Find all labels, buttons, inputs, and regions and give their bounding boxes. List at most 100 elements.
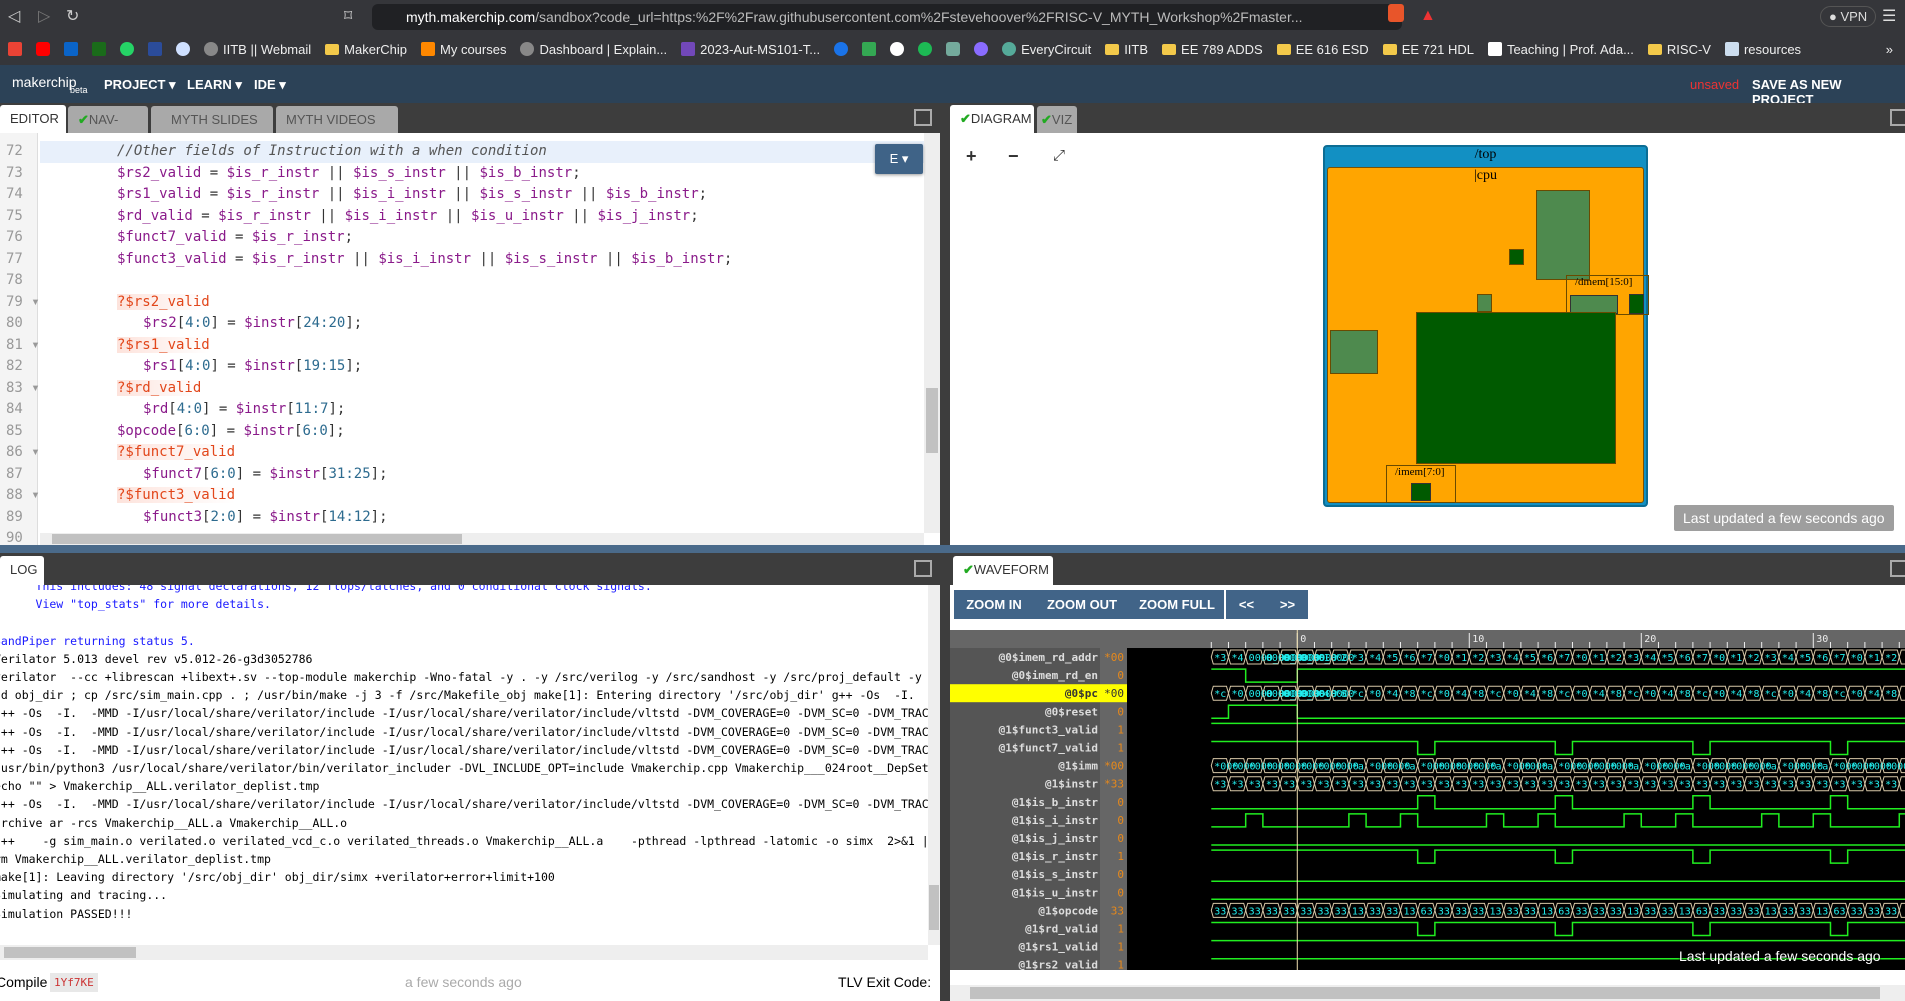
meet-icon[interactable] <box>862 42 877 56</box>
chatgpt-icon[interactable] <box>946 42 961 56</box>
diagram-panel[interactable]: + − ⤢ /top |cpu /dmem[15:0] /imem[7:0] L… <box>950 133 1905 545</box>
stage-2-block[interactable] <box>1477 294 1492 312</box>
github-icon[interactable] <box>890 42 905 56</box>
editor-options-button[interactable]: E ▾ <box>875 144 923 174</box>
bookmark-label: My courses <box>440 41 507 57</box>
bookmark[interactable]: 2023-Aut-MS101-T... <box>681 42 820 57</box>
tab-nav-tlv[interactable]: ✔NAV-TLV <box>68 106 148 154</box>
line-number: 73 <box>6 164 23 181</box>
vpn-button[interactable]: ● VPN <box>1820 6 1877 27</box>
scroll-thumb[interactable] <box>929 885 939 930</box>
makerchip-logo[interactable]: makerchip <box>12 74 77 90</box>
zoom-full-button[interactable]: ZOOM FULL <box>1130 590 1224 619</box>
bus-label: *3 <box>1489 780 1501 791</box>
cpu-pipeline[interactable]: |cpu /dmem[15:0] /imem[7:0] <box>1327 167 1649 503</box>
bookmark[interactable]: IITB || Webmail <box>204 42 311 57</box>
gmail-icon[interactable] <box>8 42 22 56</box>
zoom-out-icon[interactable]: − <box>1008 146 1019 167</box>
bookmark[interactable]: EE 616 ESD <box>1276 42 1369 57</box>
app-icon[interactable] <box>92 42 106 56</box>
fit-icon[interactable]: ⤢ <box>1053 147 1065 164</box>
iitb-icon[interactable] <box>148 42 162 56</box>
stage-0-block[interactable] <box>1330 330 1378 374</box>
tab-myth-videos[interactable]: MYTH VIDEOS ✖ <box>276 106 398 154</box>
code-editor[interactable]: 72 //Other fields of Instruction with a w… <box>0 133 940 545</box>
bookmark-icon[interactable]: ⌑ <box>344 6 352 26</box>
bookmark[interactable]: resources <box>1724 42 1801 57</box>
bus-label: 13 <box>1403 906 1415 917</box>
scroll-thumb[interactable] <box>926 388 938 453</box>
gemini-icon[interactable] <box>974 42 989 56</box>
line-number: 77 <box>6 250 23 267</box>
log-vscrollbar[interactable] <box>928 585 940 945</box>
bookmark-label: MakerChip <box>344 41 408 57</box>
bookmark[interactable]: RISC-V <box>1647 42 1711 57</box>
outlook-icon[interactable] <box>64 42 78 56</box>
scroll-thumb[interactable] <box>4 947 136 958</box>
signal-value: 33 <box>1111 904 1124 917</box>
reload-icon[interactable]: ↻ <box>66 6 79 26</box>
scroll-right-button[interactable]: >> <box>1267 590 1308 619</box>
scroll-left-button[interactable]: << <box>1226 590 1267 619</box>
address-bar[interactable]: myth.makerchip.com/sandbox?code_url=http… <box>372 4 1402 30</box>
tab-log[interactable]: LOG <box>0 556 44 585</box>
bus-label: *3 <box>1558 780 1570 791</box>
waveform-hscrollbar[interactable] <box>950 985 1905 1001</box>
bookmark[interactable]: IITB <box>1105 42 1148 57</box>
code-line: //Other fields of Instruction with a whe… <box>117 143 547 159</box>
stage-4-block[interactable] <box>1536 190 1590 280</box>
split-pane-icon[interactable] <box>914 109 932 126</box>
brave-shield-icon[interactable] <box>1388 4 1404 22</box>
tab-waveform[interactable]: ✔WAVEFORM <box>953 556 1053 585</box>
bus-label: 63 <box>1558 906 1570 917</box>
tab-viz[interactable]: ✔VIZ <box>1037 106 1077 133</box>
back-icon[interactable]: ◁ <box>8 6 20 26</box>
menu-ide[interactable]: IDE ▾ <box>254 77 286 93</box>
app-icon[interactable] <box>834 42 849 56</box>
youtube-icon[interactable] <box>36 42 50 56</box>
horizontal-divider[interactable] <box>0 545 1905 553</box>
split-pane-icon[interactable] <box>914 560 932 577</box>
bookmark[interactable]: MakerChip <box>325 42 407 57</box>
bookmark[interactable]: Dashboard | Explain... <box>520 42 667 57</box>
menu-icon[interactable]: ☰ <box>1882 6 1896 26</box>
zoom-out-button[interactable]: ZOOM OUT <box>1034 590 1130 619</box>
menu-learn[interactable]: LEARN ▾ <box>187 77 242 93</box>
unsaved-label: unsaved <box>1690 77 1740 92</box>
bus-label: *a <box>1765 762 1777 773</box>
log-hscrollbar[interactable] <box>0 945 928 960</box>
top-module[interactable]: /top |cpu /dmem[15:0] /imem[7:0] <box>1323 145 1649 507</box>
zoom-in-button[interactable]: ZOOM IN <box>954 590 1034 619</box>
bookmark[interactable]: Teaching | Prof. Ada... <box>1487 42 1634 57</box>
zoom-in-icon[interactable]: + <box>966 146 977 167</box>
dmem-block[interactable]: /dmem[15:0] <box>1566 275 1649 315</box>
split-pane-icon[interactable] <box>1890 109 1905 126</box>
bus-label: 33 <box>1885 906 1897 917</box>
whatsapp-icon[interactable] <box>120 42 134 56</box>
stage-1-block[interactable] <box>1416 312 1616 464</box>
tab-myth-slides[interactable]: MYTH SLIDES ✖ <box>151 106 273 154</box>
scroll-thumb[interactable] <box>52 534 462 544</box>
brave-rewards-icon[interactable]: ▲ <box>1420 7 1436 25</box>
code-line: ?$rs2_valid <box>117 293 210 310</box>
bookmark[interactable]: EveryCircuit <box>1002 42 1091 57</box>
scroll-thumb[interactable] <box>970 987 1880 999</box>
waveform-canvas[interactable]: 0 10 20 30@0$imem_rd_addr *00 *3 *4 0000_000000… <box>950 630 1905 970</box>
bookmark[interactable]: My courses <box>421 42 506 57</box>
tab-diagram[interactable]: ✔DIAGRAM <box>950 105 1034 133</box>
imem-block[interactable]: /imem[7:0] <box>1386 465 1456 503</box>
editor-vscrollbar[interactable] <box>924 133 940 533</box>
spotify-icon[interactable] <box>918 42 933 56</box>
forward-icon[interactable]: ▷ <box>38 6 50 26</box>
tab-editor[interactable]: EDITOR <box>0 105 66 133</box>
menu-project[interactable]: PROJECT ▾ <box>104 77 176 93</box>
app-icon[interactable] <box>176 42 190 56</box>
bookmark[interactable]: EE 721 HDL <box>1382 42 1474 57</box>
split-pane-icon[interactable] <box>1890 560 1905 577</box>
more-bookmarks-icon[interactable]: » <box>1886 42 1893 57</box>
bookmark-label: Dashboard | Explain... <box>539 41 668 57</box>
bookmark[interactable]: EE 789 ADDS <box>1162 42 1263 57</box>
stage-7-block[interactable] <box>1509 249 1524 265</box>
editor-hscrollbar[interactable] <box>40 533 924 545</box>
compile-id[interactable]: 1Yf7KE <box>50 973 98 992</box>
